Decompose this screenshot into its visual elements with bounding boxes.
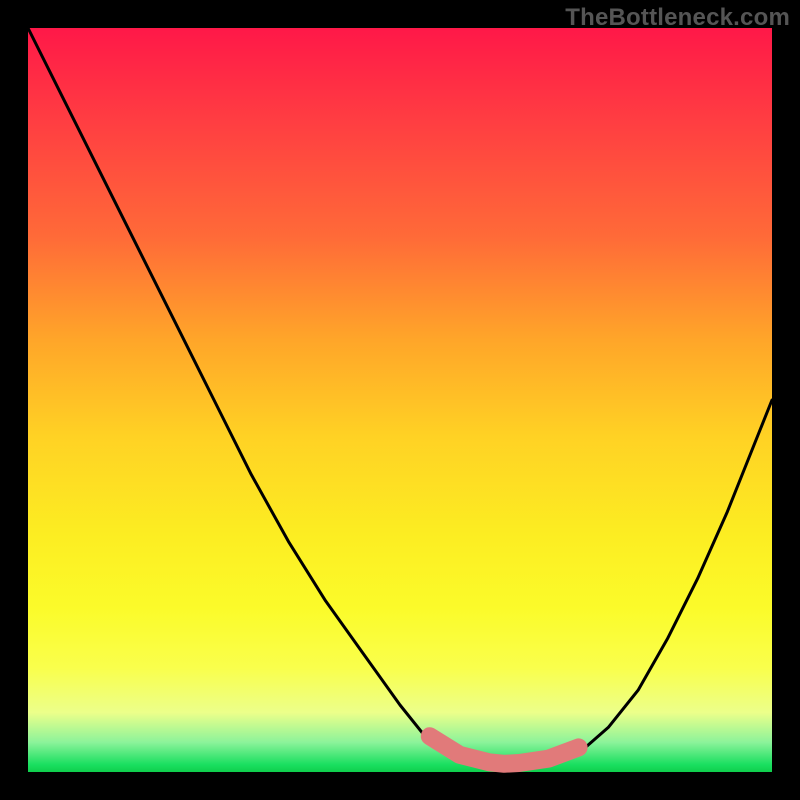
chart-frame: TheBottleneck.com xyxy=(0,0,800,800)
highlight-path xyxy=(430,736,579,764)
attribution-text: TheBottleneck.com xyxy=(565,4,790,32)
plot-area xyxy=(28,28,772,772)
bottleneck-curve xyxy=(28,28,772,772)
curve-path xyxy=(28,28,772,770)
